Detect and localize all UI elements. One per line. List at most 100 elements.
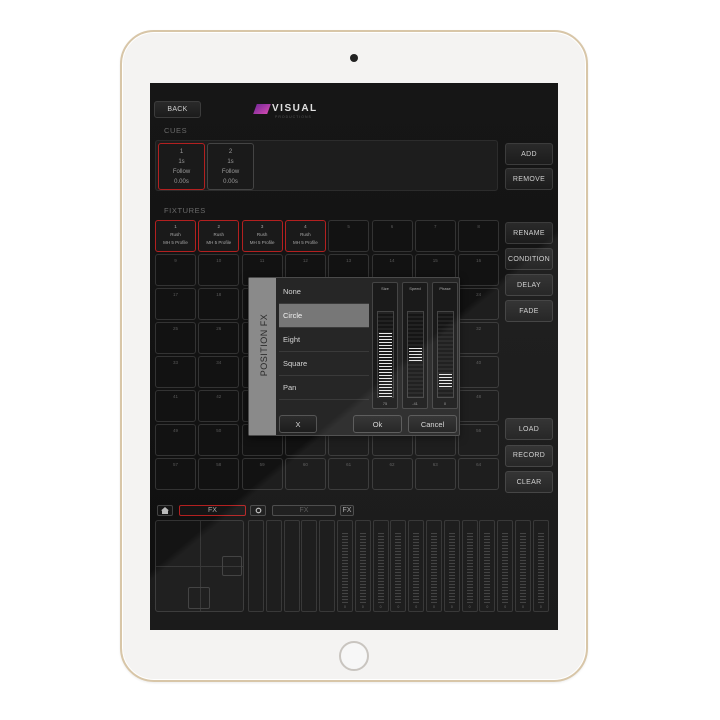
fader-track[interactable] bbox=[431, 533, 437, 603]
fixture-cell[interactable]: 4 Rush MH 5 Profile bbox=[284, 220, 326, 252]
tab-fx-alt[interactable]: FX bbox=[272, 505, 336, 516]
fixture-cell[interactable]: 18 bbox=[198, 288, 240, 320]
fixture-cell[interactable]: 7 bbox=[414, 220, 456, 252]
fixture-cell[interactable]: 40 bbox=[458, 356, 500, 388]
fader-channel[interactable] bbox=[319, 520, 336, 612]
fixture-cell[interactable]: 17 bbox=[155, 288, 196, 320]
fader-track[interactable] bbox=[537, 533, 544, 603]
fixture-cell[interactable]: 61 bbox=[328, 458, 370, 490]
fixture-cell[interactable]: 63 bbox=[414, 458, 456, 490]
fixture-cell[interactable]: 9 bbox=[155, 254, 196, 286]
slider-knob[interactable] bbox=[439, 373, 452, 388]
fader-track[interactable] bbox=[342, 533, 348, 603]
fixture-cell[interactable]: 62 bbox=[371, 458, 413, 490]
fixture-cell[interactable]: 5 bbox=[328, 220, 370, 252]
fx-option-tilt[interactable]: Tilt bbox=[279, 400, 369, 408]
side-button-delay[interactable]: DELAY bbox=[505, 274, 553, 296]
fader-track[interactable] bbox=[377, 533, 384, 603]
fixture-cell[interactable]: 26 bbox=[198, 322, 240, 354]
side-button-condition[interactable]: CONDITION bbox=[505, 248, 553, 270]
tab-fx-right[interactable]: FX bbox=[340, 505, 354, 516]
fixture-cell[interactable]: 41 bbox=[155, 390, 196, 422]
fader-channel[interactable] bbox=[283, 520, 300, 612]
fader-track[interactable] bbox=[359, 533, 366, 603]
back-button[interactable]: BACK bbox=[154, 101, 201, 118]
fx-option-pan[interactable]: Pan bbox=[279, 376, 369, 400]
fx-option-list[interactable]: NoneCircleEightSquarePanTilt bbox=[279, 280, 369, 408]
fixture-cell[interactable]: 6 bbox=[371, 220, 413, 252]
pad-handle-right[interactable] bbox=[222, 556, 242, 576]
fader-track[interactable] bbox=[448, 533, 455, 603]
cue-item[interactable]: 1 1s Follow 0.00s bbox=[158, 143, 205, 190]
fx-option-square[interactable]: Square bbox=[279, 352, 369, 376]
record-button[interactable]: RECORD bbox=[505, 444, 553, 467]
fader-channel[interactable]: 0 bbox=[354, 520, 371, 612]
fixture-cell[interactable]: 3 Rush MH 5 Profile bbox=[241, 220, 283, 252]
fader-channel[interactable]: 0 bbox=[337, 520, 353, 612]
fixture-cell[interactable]: 24 bbox=[458, 288, 500, 320]
fixture-cell[interactable]: 56 bbox=[458, 424, 500, 456]
fader-channel[interactable] bbox=[248, 520, 264, 612]
settings-tab[interactable] bbox=[250, 505, 266, 516]
fixture-cell[interactable]: 64 bbox=[458, 458, 500, 490]
fader-channel[interactable]: 0 bbox=[372, 520, 389, 612]
fader-track[interactable] bbox=[520, 533, 526, 603]
fixture-cell[interactable]: 42 bbox=[198, 390, 240, 422]
fader-track[interactable] bbox=[502, 533, 509, 603]
cancel-button[interactable]: Cancel bbox=[408, 415, 457, 433]
fader-channel[interactable] bbox=[265, 520, 282, 612]
position-pad[interactable] bbox=[155, 520, 244, 612]
fixture-cell[interactable]: 25 bbox=[155, 322, 196, 354]
speed-slider[interactable]: Speed -41 bbox=[402, 282, 428, 409]
fader-channel[interactable]: 0 bbox=[479, 520, 496, 612]
cue-item[interactable]: 2 1s Follow 0.00s bbox=[207, 143, 254, 190]
fx-option-eight[interactable]: Eight bbox=[279, 328, 369, 352]
fx-option-circle[interactable]: Circle bbox=[279, 304, 369, 328]
fader-channel[interactable]: 0 bbox=[443, 520, 460, 612]
fixture-cell[interactable]: 50 bbox=[198, 424, 240, 456]
pad-handle-bottom[interactable] bbox=[188, 587, 210, 609]
side-button-fade[interactable]: FADE bbox=[505, 300, 553, 322]
fader-track[interactable] bbox=[466, 533, 473, 603]
fixture-cell[interactable]: 16 bbox=[458, 254, 500, 286]
fixture-cell[interactable]: 1 Rush MH 5 Profile bbox=[155, 220, 196, 252]
fader-track[interactable] bbox=[413, 533, 420, 603]
fixture-cell[interactable]: 48 bbox=[458, 390, 500, 422]
fixture-cell[interactable]: 32 bbox=[458, 322, 500, 354]
fx-option-none[interactable]: None bbox=[279, 280, 369, 304]
fixture-cell[interactable]: 58 bbox=[198, 458, 240, 490]
fader-channel[interactable]: 0 bbox=[390, 520, 407, 612]
fixture-cell[interactable]: 2 Rush MH 5 Profile bbox=[198, 220, 240, 252]
fader-channel[interactable]: 0 bbox=[532, 520, 549, 612]
add-button[interactable]: ADD bbox=[505, 143, 553, 165]
fader-channel[interactable]: 0 bbox=[461, 520, 478, 612]
side-button-rename[interactable]: RENAME bbox=[505, 222, 553, 244]
load-button[interactable]: LOAD bbox=[505, 418, 553, 440]
fixture-cell[interactable]: 60 bbox=[284, 458, 326, 490]
fixture-cell[interactable]: 57 bbox=[155, 458, 196, 490]
fader-channel[interactable]: 0 bbox=[426, 520, 442, 612]
slider-knob[interactable] bbox=[409, 347, 422, 362]
home-tab[interactable] bbox=[157, 505, 173, 516]
fixture-cell[interactable]: 8 bbox=[458, 220, 500, 252]
fixture-cell[interactable]: 49 bbox=[155, 424, 196, 456]
fader-channel[interactable] bbox=[301, 520, 318, 612]
fader-track[interactable] bbox=[395, 533, 402, 603]
fader-channel[interactable]: 0 bbox=[408, 520, 425, 612]
slider-knob[interactable] bbox=[379, 332, 392, 398]
home-button[interactable] bbox=[339, 641, 369, 671]
remove-button[interactable]: REMOVE bbox=[505, 168, 553, 190]
fixture-cell[interactable]: 34 bbox=[198, 356, 240, 388]
fader-channel[interactable]: 0 bbox=[515, 520, 531, 612]
phase-slider[interactable]: Phase 0 bbox=[432, 282, 458, 409]
fader-track[interactable] bbox=[484, 533, 491, 603]
fixture-cell[interactable]: 59 bbox=[241, 458, 283, 490]
fader-channel[interactable]: 0 bbox=[497, 520, 514, 612]
clear-button[interactable]: CLEAR bbox=[505, 471, 553, 493]
x-button[interactable]: X bbox=[279, 415, 317, 433]
fixture-cell[interactable]: 10 bbox=[198, 254, 240, 286]
fixture-cell[interactable]: 33 bbox=[155, 356, 196, 388]
size-slider[interactable]: Size 75 bbox=[372, 282, 398, 409]
tab-fx[interactable]: FX bbox=[179, 505, 246, 516]
ok-button[interactable]: Ok bbox=[353, 415, 402, 433]
